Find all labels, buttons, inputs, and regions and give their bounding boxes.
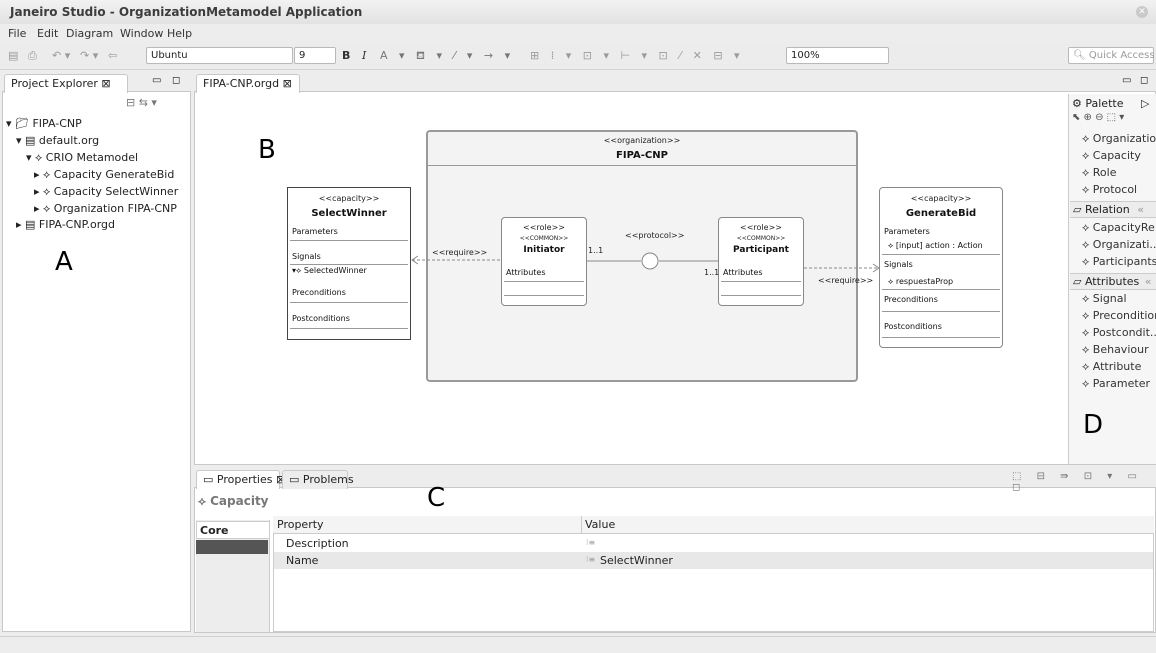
column-property: Property bbox=[277, 518, 324, 531]
row-value[interactable]: SelectWinner bbox=[600, 554, 673, 567]
palette-tools[interactable]: ⬉ ⊕ ⊖ ⬚ ▾ bbox=[1072, 112, 1124, 123]
palette-item-participants[interactable]: ⟡ Participants bbox=[1082, 255, 1156, 269]
palette-drawer-relation[interactable]: ▱ Relation « bbox=[1070, 201, 1156, 218]
palette-item-signal[interactable]: ⟡ Signal bbox=[1082, 292, 1127, 306]
palette-item-capacityre[interactable]: ⟡ CapacityRe... bbox=[1082, 221, 1156, 235]
palette-item-capacity[interactable]: ⟡ Capacity bbox=[1082, 149, 1141, 163]
table-row[interactable]: Name ⁝≡ SelectWinner bbox=[274, 552, 1153, 569]
palette-item-attribute[interactable]: ⟡ Attribute bbox=[1082, 360, 1141, 374]
label-d: D bbox=[1083, 410, 1104, 440]
table-row[interactable]: Description ⁝≡ bbox=[274, 535, 1153, 552]
palette-label: Participants bbox=[1092, 255, 1156, 268]
palette-item-role[interactable]: ⟡ Role bbox=[1082, 166, 1116, 180]
properties-toolbar[interactable]: ⬚ ⊟ ⇛ ⊡ ▾ ▭ ◻ bbox=[1012, 471, 1156, 493]
tab-label: Problems bbox=[302, 473, 354, 486]
tab-properties[interactable]: ▭ Properties ⊠ bbox=[196, 470, 285, 489]
row-property: Description bbox=[286, 537, 349, 550]
palette-item-precondition[interactable]: ⟡ Precondition bbox=[1082, 309, 1156, 323]
tab-problems[interactable]: ▭ Problems bbox=[282, 470, 354, 489]
palette-item-organizati[interactable]: ⟡ Organizati... bbox=[1082, 238, 1156, 252]
require-label-right: <<require>> bbox=[818, 276, 874, 285]
palette-label: Protocol bbox=[1092, 183, 1138, 196]
section-title: Capacity bbox=[210, 494, 269, 508]
section-header: ⟡ Capacity bbox=[198, 494, 269, 508]
label-c: C bbox=[427, 483, 446, 513]
side-tab-appearance[interactable] bbox=[196, 540, 268, 554]
palette-item-parameter[interactable]: ⟡ Parameter bbox=[1082, 377, 1150, 391]
multiplicity-right: 1..1 bbox=[704, 268, 720, 277]
multiplicity-left: 1..1 bbox=[588, 246, 604, 255]
palette-label: Attribute bbox=[1092, 360, 1142, 373]
palette-item-organization[interactable]: ⟡ Organization bbox=[1082, 132, 1156, 146]
side-tab-label: Core bbox=[200, 524, 229, 537]
palette-label: Organization bbox=[1092, 132, 1156, 145]
palette-item-postcondition[interactable]: ⟡ Postcondit... bbox=[1082, 326, 1156, 340]
status-bar bbox=[0, 636, 1156, 653]
drawer-label: Attributes bbox=[1084, 275, 1140, 288]
text-icon: ⁝≡ bbox=[586, 538, 596, 547]
palette-label: Signal bbox=[1092, 292, 1127, 305]
palette-label: Role bbox=[1092, 166, 1117, 179]
palette-header[interactable]: ⚙ Palette ▷ bbox=[1072, 97, 1149, 110]
palette-label: Organizati... bbox=[1092, 238, 1156, 251]
palette-item-behaviour[interactable]: ⟡ Behaviour bbox=[1082, 343, 1149, 357]
palette-label: Parameter bbox=[1092, 377, 1151, 390]
palette-label: Capacity bbox=[1092, 149, 1141, 162]
palette-item-protocol[interactable]: ⟡ Protocol bbox=[1082, 183, 1137, 197]
palette-drawer-attributes[interactable]: ▱ Attributes « bbox=[1070, 273, 1156, 290]
palette-label: Behaviour bbox=[1092, 343, 1149, 356]
column-value: Value bbox=[585, 518, 616, 531]
require-label-left: <<require>> bbox=[432, 248, 488, 257]
palette-label: Precondition bbox=[1092, 309, 1156, 322]
palette-title: Palette bbox=[1085, 97, 1124, 110]
palette-label: Postcondit... bbox=[1092, 326, 1156, 339]
protocol-label: <<protocol>> bbox=[625, 231, 685, 240]
protocol-node[interactable] bbox=[641, 252, 659, 270]
text-icon: ⁝≡ bbox=[586, 555, 596, 564]
table-header: Property Value bbox=[273, 516, 1154, 534]
divider bbox=[581, 516, 582, 534]
palette-label: CapacityRe... bbox=[1092, 221, 1156, 234]
properties-tab-header: ▭ Properties ⊠ ▭ Problems ⬚ ⊟ ⇛ ⊡ ▾ ▭ ◻ bbox=[194, 468, 1156, 493]
tab-label: Properties ⊠ bbox=[216, 473, 286, 486]
row-property: Name bbox=[286, 554, 319, 567]
side-tab-core[interactable]: Core bbox=[196, 521, 270, 539]
drawer-label: Relation bbox=[1084, 203, 1130, 216]
